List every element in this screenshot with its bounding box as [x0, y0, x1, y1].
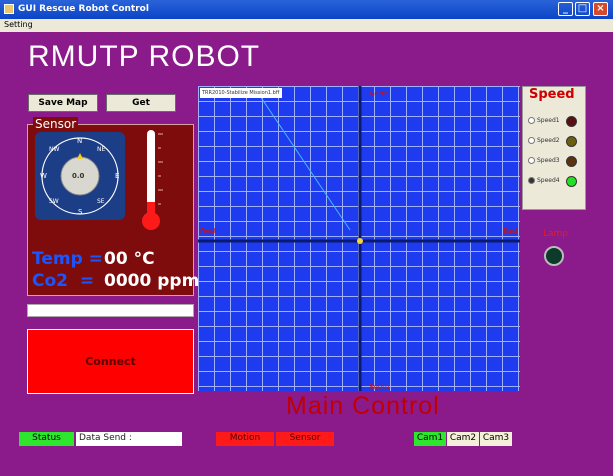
speed4-radio[interactable]: Speed4 — [528, 177, 560, 184]
map-grid[interactable] — [198, 86, 520, 391]
progress-bar — [27, 304, 194, 317]
compass-nw: NW — [49, 146, 60, 153]
speed1-radio[interactable]: Speed1 — [528, 117, 560, 124]
thermometer — [142, 130, 163, 230]
menu-bar: Setting — [0, 19, 613, 32]
save-map-button[interactable]: Save Map — [28, 94, 98, 112]
temp-label: Temp = — [32, 249, 103, 269]
cam1-button[interactable]: Cam1 — [414, 432, 446, 446]
speed3-led — [566, 156, 577, 167]
speed1-led — [566, 116, 577, 127]
robot-position-marker — [357, 238, 363, 244]
data-send-field: Data Send : — [76, 432, 182, 446]
menu-setting[interactable]: Setting — [4, 20, 33, 29]
speed-title: Speed — [529, 87, 575, 102]
heading-needle — [77, 153, 83, 159]
title-bar: GUI Rescue Robot Control _ □ × — [0, 0, 613, 19]
lamp-indicator — [544, 246, 564, 266]
west-label: West — [199, 227, 217, 235]
temp-value: 00 °C — [104, 249, 155, 269]
speed-panel — [522, 86, 586, 210]
speed4-led — [566, 176, 577, 187]
cam2-button[interactable]: Cam2 — [447, 432, 479, 446]
sensor-label: Sensor — [33, 117, 79, 131]
speed2-radio[interactable]: Speed2 — [528, 137, 560, 144]
window-title: GUI Rescue Robot Control — [18, 4, 149, 14]
status-indicator: Status — [19, 432, 74, 446]
close-button[interactable]: × — [593, 2, 608, 16]
compass-sw: SW — [49, 198, 59, 205]
app-icon — [4, 4, 14, 14]
sensor-indicator: Sensor — [276, 432, 334, 446]
compass-heading-value: 0.0 — [72, 172, 85, 180]
lamp-label: Lamp — [543, 229, 569, 239]
co2-label: Co2 = — [32, 271, 95, 291]
co2-value: 0000 ppm — [104, 271, 200, 291]
compass-w: W — [40, 172, 47, 180]
minimize-button[interactable]: _ — [558, 2, 573, 16]
speed2-led — [566, 136, 577, 147]
east-label: East — [503, 227, 519, 235]
speed3-radio[interactable]: Speed3 — [528, 157, 560, 164]
cam3-button[interactable]: Cam3 — [480, 432, 512, 446]
compass-s: S — [78, 208, 83, 216]
maximize-button[interactable]: □ — [575, 2, 590, 16]
motion-indicator: Motion — [216, 432, 274, 446]
map-caption: TRR2010-Stabilize Mission1.bff — [200, 88, 282, 98]
compass-e: E — [115, 172, 120, 180]
south-label: South — [369, 383, 390, 391]
north-label: North — [369, 90, 389, 98]
connect-button[interactable]: Connect — [27, 329, 194, 394]
map-overlay — [198, 86, 520, 391]
compass-ne: NE — [97, 146, 106, 153]
app-title: RMUTP ROBOT — [28, 40, 261, 73]
get-button[interactable]: Get — [106, 94, 176, 112]
main-control-label: Main Control — [286, 392, 440, 420]
compass-n: N — [77, 137, 83, 145]
compass: N NE E SE S SW W NW 0.0 — [35, 132, 125, 220]
compass-se: SE — [97, 198, 105, 205]
